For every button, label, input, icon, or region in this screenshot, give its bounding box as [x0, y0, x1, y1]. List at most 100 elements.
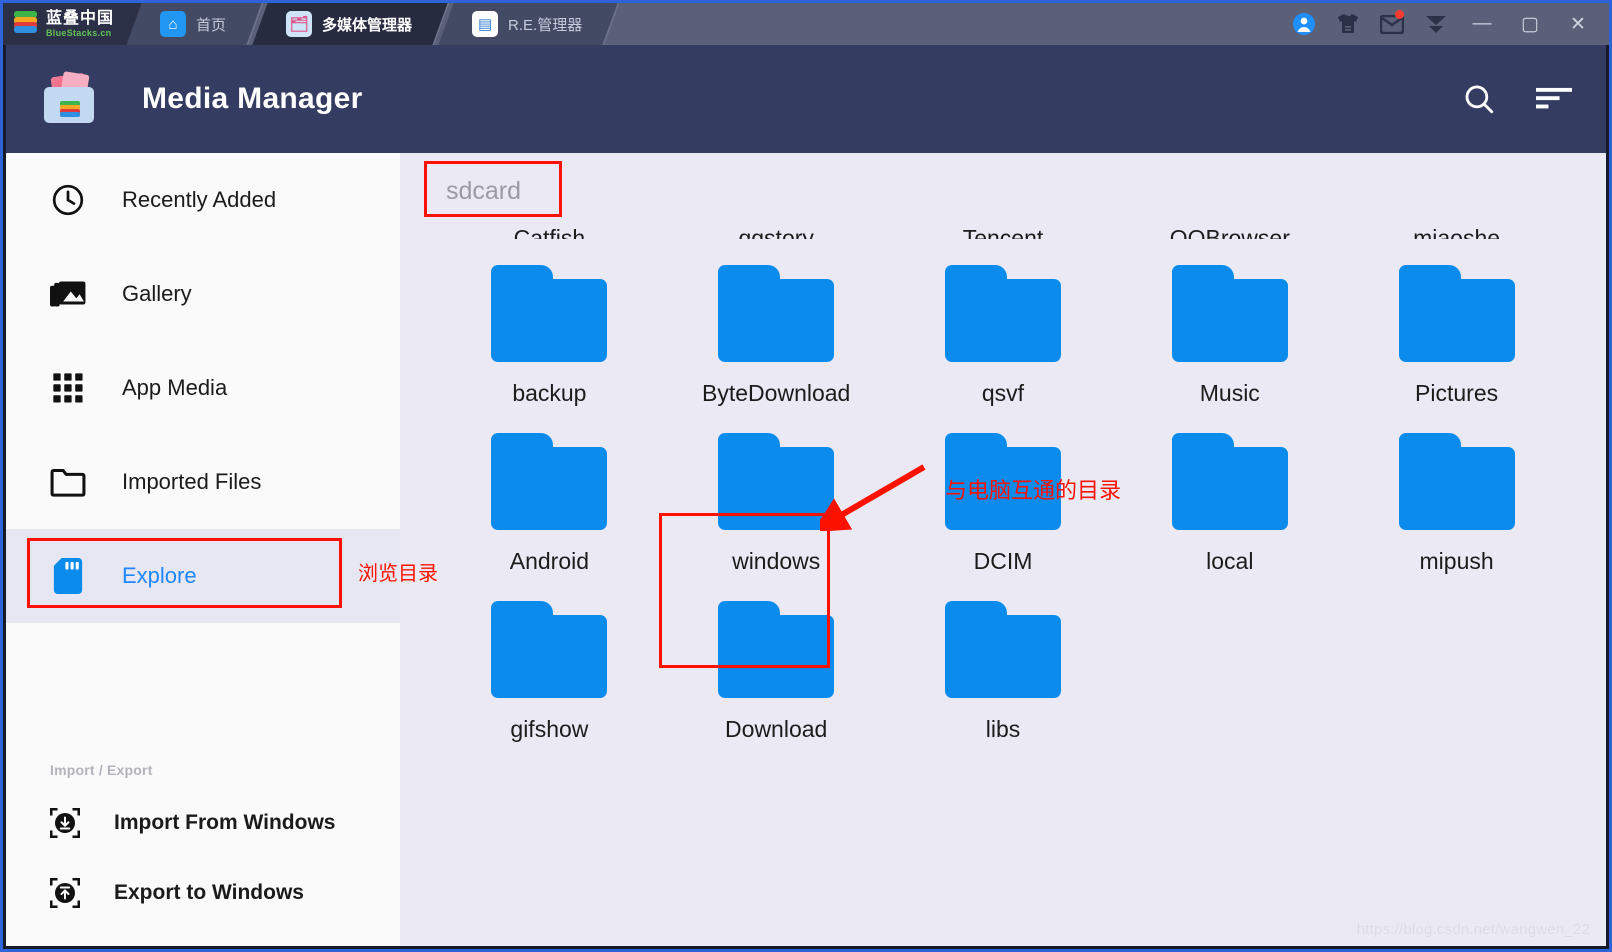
mail-unread-badge: [1395, 10, 1404, 19]
folder-label: qqstory: [738, 225, 814, 239]
sidebar-item-label: Export to Windows: [114, 881, 304, 904]
tab-media-manager-label: 多媒体管理器: [322, 16, 413, 34]
photo-library-icon: [50, 276, 86, 312]
folder-label: qsvf: [981, 380, 1025, 406]
media-manager-app-icon: [42, 71, 98, 127]
upload-from-box-icon: [50, 878, 80, 908]
tshirt-skin-icon[interactable]: [1329, 3, 1367, 45]
folder-label: gifshow: [510, 716, 589, 742]
tab-home[interactable]: ⌂ 首页: [126, 3, 264, 45]
clock-icon: [50, 182, 86, 218]
folder-item[interactable]: Tencent: [890, 211, 1117, 239]
windows-annotation-text: 与电脑互通的目录: [945, 479, 1122, 504]
folder-item-windows[interactable]: windows: [663, 407, 890, 575]
sidebar-item-label: Import From Windows: [114, 811, 336, 834]
folder-icon: [1171, 265, 1288, 362]
tab-re-manager[interactable]: ▤ R.E.管理器: [438, 3, 620, 45]
folder-icon: [718, 265, 835, 362]
folder-item[interactable]: libs: [890, 575, 1117, 743]
grid-apps-icon: [50, 370, 86, 406]
explore-row-wrapper: Explore 浏览目录: [6, 529, 438, 623]
folder-icon: [718, 601, 835, 698]
folder-label: backup: [512, 380, 587, 406]
maximize-button[interactable]: ▢: [1509, 3, 1551, 45]
brand-name-en: BlueStacks.cn: [46, 27, 112, 38]
folder-icon: [491, 601, 608, 698]
re-manager-icon: ▤: [472, 11, 499, 37]
folder-grid: Catfish qqstory Tencent QQBrowser miaosh…: [400, 211, 1606, 946]
bluestacks-brand: 蓝叠中国 BlueStacks.cn: [3, 3, 131, 45]
folder-item[interactable]: gifshow: [436, 575, 663, 743]
folder-item[interactable]: miaoshe: [1343, 211, 1570, 239]
folder-label: Download: [725, 716, 828, 742]
media-manager-icon: 🗂: [286, 11, 313, 37]
search-icon[interactable]: [1462, 82, 1496, 116]
page-title: Media Manager: [142, 82, 363, 115]
folder-label: Android: [509, 548, 590, 574]
tab-re-manager-label: R.E.管理器: [508, 16, 583, 34]
folder-item[interactable]: Catfish: [436, 211, 663, 239]
brand-name-cn: 蓝叠中国: [46, 9, 115, 27]
sidebar-item-explore[interactable]: Explore: [6, 529, 400, 623]
folder-icon: [50, 464, 86, 500]
folder-icon: [1398, 265, 1515, 362]
folder-icon: [491, 265, 608, 362]
home-icon: ⌂: [160, 11, 187, 37]
folder-icon: [718, 433, 835, 530]
folder-item[interactable]: Android: [436, 407, 663, 575]
folder-item[interactable]: Download: [663, 575, 890, 743]
folder-label: local: [1206, 548, 1254, 574]
sdcard-icon: [50, 558, 86, 594]
sort-filter-icon[interactable]: [1536, 84, 1572, 114]
sidebar-item-gallery[interactable]: Gallery: [6, 247, 400, 341]
folder-item[interactable]: QQBrowser: [1116, 211, 1343, 239]
folder-item[interactable]: mipush: [1343, 407, 1570, 575]
folder-label: Music: [1199, 380, 1260, 406]
folder-item[interactable]: qqstory: [663, 211, 890, 239]
title-bar-tabs: 蓝叠中国 BlueStacks.cn ⌂ 首页 🗂 多媒体管理器 ▤ R.E.管…: [3, 3, 620, 45]
bluestacks-logo-icon: [13, 11, 39, 37]
folder-label: Catfish: [513, 225, 586, 239]
tab-home-label: 首页: [196, 16, 227, 34]
close-button[interactable]: ✕: [1557, 3, 1599, 45]
folder-item[interactable]: Pictures: [1343, 239, 1570, 407]
folder-item[interactable]: Music: [1116, 239, 1343, 407]
folder-label: ByteDownload: [702, 380, 851, 406]
folder-icon: [1171, 433, 1288, 530]
app-body: Recently Added Gallery App Media Importe…: [6, 153, 1606, 946]
folder-icon: [944, 265, 1061, 362]
folder-item[interactable]: ByteDownload: [663, 239, 890, 407]
title-bar-tray: — ▢ ✕: [1285, 3, 1609, 45]
folder-item[interactable]: local: [1116, 407, 1343, 575]
sidebar-item-label: Recently Added: [122, 187, 277, 212]
folder-item[interactable]: backup: [436, 239, 663, 407]
folder-label: DCIM: [973, 548, 1033, 574]
minimize-button[interactable]: —: [1461, 3, 1503, 45]
sidebar-section-label: Import / Export: [50, 762, 153, 778]
sidebar-item-label: Gallery: [122, 281, 192, 306]
folder-label: QQBrowser: [1169, 225, 1290, 239]
collapse-arrow-icon[interactable]: [1417, 3, 1455, 45]
folder-label: Tencent: [962, 225, 1044, 239]
app-header-actions: [1462, 82, 1572, 116]
folder-label: libs: [985, 716, 1021, 742]
sidebar-item-export-to-windows[interactable]: Export to Windows: [6, 858, 400, 928]
watermark: https://blog.csdn.net/wangwen_22: [1356, 921, 1590, 938]
folder-label: windows: [732, 548, 821, 574]
account-avatar-icon[interactable]: [1285, 3, 1323, 45]
mail-icon[interactable]: [1373, 3, 1411, 45]
folder-item[interactable]: qsvf: [890, 239, 1117, 407]
folder-icon: [944, 601, 1061, 698]
sidebar-item-imported-files[interactable]: Imported Files: [6, 435, 400, 529]
folder-label: mipush: [1419, 548, 1494, 574]
bluestacks-window: 蓝叠中国 BlueStacks.cn ⌂ 首页 🗂 多媒体管理器 ▤ R.E.管…: [0, 0, 1612, 952]
sidebar-item-recently-added[interactable]: Recently Added: [6, 153, 400, 247]
sidebar-item-import-from-windows[interactable]: Import From Windows: [6, 788, 400, 858]
download-into-box-icon: [50, 808, 80, 838]
app-header: Media Manager: [6, 45, 1606, 153]
tab-media-manager[interactable]: 🗂 多媒体管理器: [252, 3, 450, 45]
folder-icon: [491, 433, 608, 530]
folder-label: Pictures: [1415, 380, 1499, 406]
sidebar-item-app-media[interactable]: App Media: [6, 341, 400, 435]
folder-icon: [1398, 433, 1515, 530]
